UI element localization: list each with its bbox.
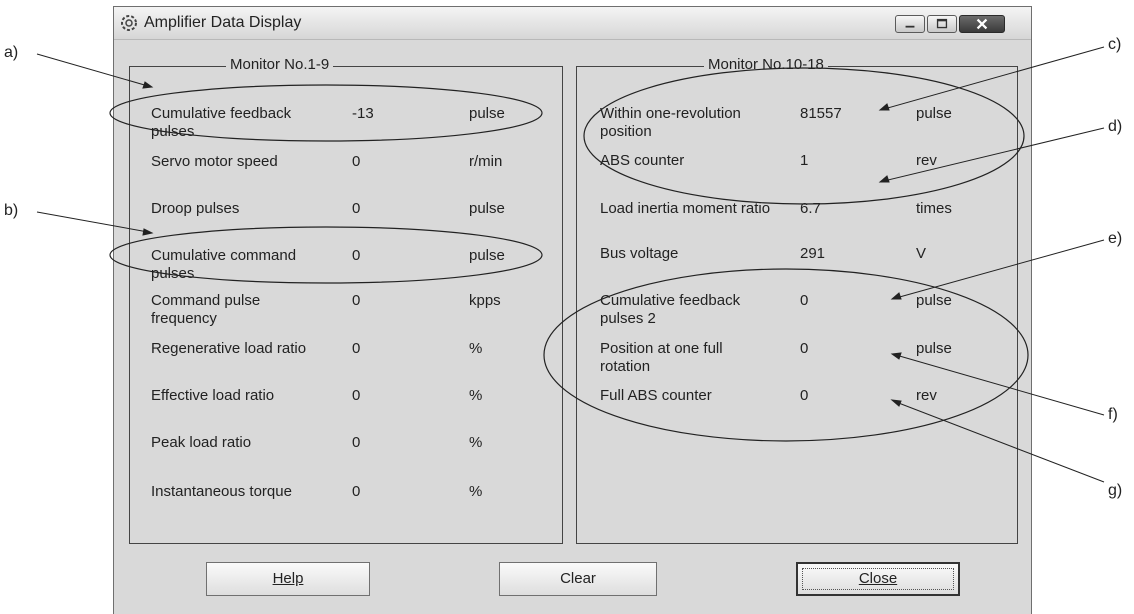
callout-f: f)	[1108, 406, 1118, 423]
callout-b: b)	[4, 202, 19, 219]
callout-e: e)	[1108, 230, 1123, 247]
callout-c: c)	[1108, 36, 1122, 53]
highlight-ellipse-efg	[543, 268, 1029, 442]
highlight-ellipse-a	[109, 84, 543, 142]
callout-a: a)	[4, 44, 19, 61]
highlight-ellipse-b	[109, 226, 543, 284]
annotation-overlay	[36, 46, 1105, 483]
callout-d: d)	[1108, 118, 1123, 135]
callout-g: g)	[1108, 482, 1123, 499]
